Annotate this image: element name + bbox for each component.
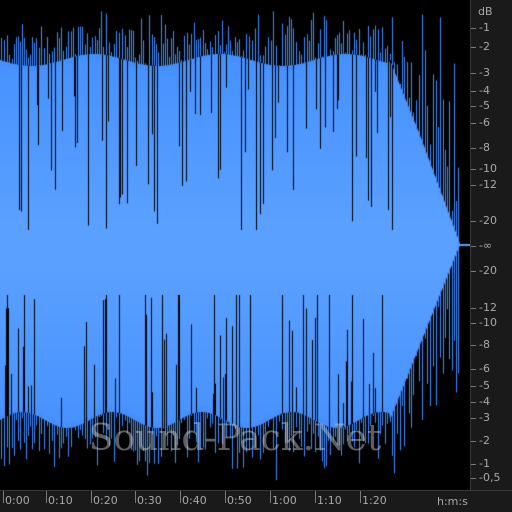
- db-tick: [471, 402, 476, 403]
- db-tick: [471, 221, 476, 222]
- time-tick: [46, 491, 47, 503]
- db-tick-label: -∞: [479, 239, 493, 252]
- db-tick-label: -2: [479, 434, 490, 447]
- time-tick-label: 1:10: [317, 494, 342, 507]
- db-tick: [471, 345, 476, 346]
- waveform-editor-view: Sound-Pack.Net dB -1 -2 -3 -4 -5 -6 -8 -10 -12 -2…: [0, 0, 512, 512]
- decibel-ruler: dB -1 -2 -3 -4 -5 -6 -8 -10 -12 -20 -∞ -20 -12 -10 -8 -…: [470, 0, 512, 490]
- db-tick-label: -12: [479, 301, 497, 314]
- db-tick-label: -8: [479, 141, 490, 154]
- db-tick: [471, 148, 476, 149]
- time-tick-label: 0:20: [93, 494, 118, 507]
- db-tick-label: -5: [479, 379, 490, 392]
- db-tick: [471, 369, 476, 370]
- time-tick: [225, 491, 226, 503]
- db-tick: [471, 91, 476, 92]
- db-tick-label: -0,5: [479, 471, 501, 484]
- time-tick-label: 0:40: [182, 494, 207, 507]
- db-tick: [471, 73, 476, 74]
- db-tick: [471, 47, 476, 48]
- time-tick-label: 1:20: [362, 494, 387, 507]
- db-tick-label: -4: [479, 84, 490, 97]
- db-tick-label: -20: [479, 264, 497, 277]
- time-tick: [3, 491, 4, 503]
- time-tick-label: 0:30: [137, 494, 162, 507]
- db-tick-label: -3: [479, 411, 490, 424]
- db-tick: [471, 123, 476, 124]
- db-tick: [471, 441, 476, 442]
- time-tick: [135, 491, 136, 503]
- db-tick-label: -10: [479, 316, 497, 329]
- time-tick: [315, 491, 316, 503]
- db-tick: [471, 464, 476, 465]
- time-tick-label: 0:00: [5, 494, 30, 507]
- db-tick: [471, 246, 476, 247]
- db-tick-label: -8: [479, 338, 490, 351]
- db-tick: [471, 418, 476, 419]
- db-tick: [471, 323, 476, 324]
- db-tick-label: -1: [479, 457, 490, 470]
- db-tick-label: -4: [479, 395, 490, 408]
- time-ruler[interactable]: h:m:s 0:00 0:10 0:20 0:30 0:40 0:50 1:00 1:10 1:…: [0, 490, 512, 512]
- time-tick-label: 0:50: [227, 494, 252, 507]
- db-unit-label: dB: [478, 5, 493, 18]
- db-tick-label: -1: [479, 21, 490, 34]
- time-tick: [180, 491, 181, 503]
- db-tick-label: -2: [479, 40, 490, 53]
- time-tick: [360, 491, 361, 503]
- time-tick-label: 0:10: [48, 494, 73, 507]
- db-tick: [471, 271, 476, 272]
- time-tick: [91, 491, 92, 503]
- time-tick: [270, 491, 271, 503]
- db-tick: [471, 478, 476, 479]
- db-tick-label: -3: [479, 66, 490, 79]
- time-tick-label: 1:00: [272, 494, 297, 507]
- db-tick: [471, 386, 476, 387]
- db-tick: [471, 106, 476, 107]
- db-tick: [471, 308, 476, 309]
- db-tick-label: -6: [479, 116, 490, 129]
- db-tick: [471, 169, 476, 170]
- db-tick-label: -12: [479, 178, 497, 191]
- time-unit-label: h:m:s: [437, 495, 468, 508]
- db-tick-label: -10: [479, 162, 497, 175]
- db-tick-label: -6: [479, 362, 490, 375]
- db-tick: [471, 28, 476, 29]
- db-tick-label: -20: [479, 214, 497, 227]
- db-tick-label: -5: [479, 99, 490, 112]
- audio-waveform[interactable]: [0, 0, 470, 490]
- db-tick: [471, 185, 476, 186]
